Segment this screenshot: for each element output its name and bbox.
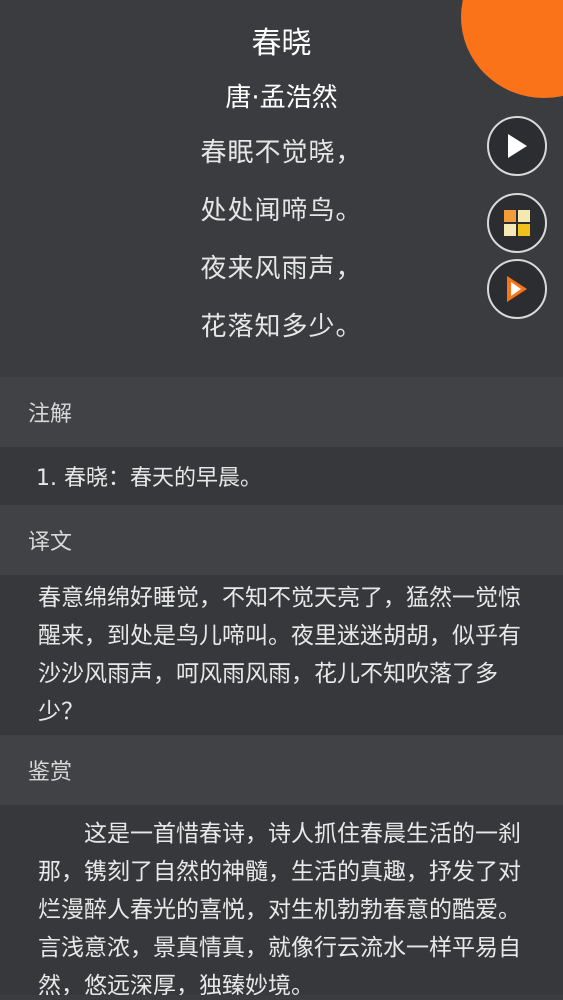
play-video-button[interactable] [487,259,547,319]
poem-line: 春眠不觉晓， [200,138,363,168]
poem-line: 花落知多少。 [200,312,363,342]
poem-detail-screen: X 春晓 唐·孟浩然 春眠不觉晓， 处处闻啼鸟。 夜来风雨声， 花落知多少。 注… [0,0,563,1000]
play-audio-button[interactable] [487,116,547,176]
play-icon [508,134,527,158]
notes-body: 1. 春晓：春天的早晨。 [0,447,563,505]
poem-line: 处处闻啼鸟。 [200,196,363,226]
translation-header: 译文 [0,505,563,575]
appreciation-text: 这是一首惜春诗，诗人抓住春晨生活的一刹那，镌刻了自然的神髓，生活的真趣，抒发了对… [0,805,563,995]
play-orange-icon [507,276,527,302]
poem-line: 夜来风雨声， [200,254,363,284]
notes-header: 注解 [0,377,563,447]
layout-button[interactable] [487,193,547,253]
poem-author: 唐·孟浩然 [225,83,338,113]
note-item: 1. 春晓：春天的早晨。 [36,466,262,491]
grid-icon [504,210,530,236]
translation-text: 春意绵绵好睡觉，不知不觉天亮了，猛然一觉惊醒来，到处是鸟儿啼叫。夜里迷迷胡胡，似… [0,575,563,735]
appreciation-header: 鉴赏 [0,735,563,805]
poem-lines: 春眠不觉晓， 处处闻啼鸟。 夜来风雨声， 花落知多少。 [0,124,563,356]
